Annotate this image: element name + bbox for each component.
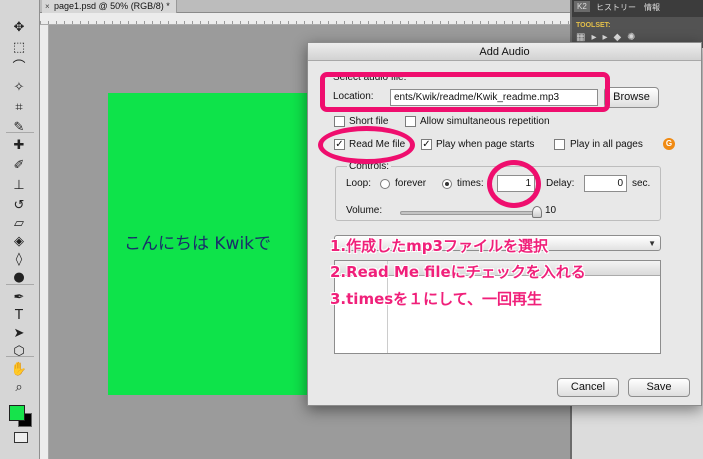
close-icon[interactable]: × — [45, 3, 52, 11]
dialog-title: Add Audio — [308, 43, 701, 61]
hand-tool-icon[interactable]: ✋ — [8, 360, 30, 380]
horizontal-ruler — [40, 13, 570, 25]
loop-label: Loop: — [346, 178, 372, 189]
brush-tool-icon[interactable]: ✐ — [8, 156, 30, 176]
foreground-color-swatch[interactable] — [9, 405, 25, 421]
browse-button[interactable]: Browse — [604, 87, 659, 108]
allow-simultaneous-label: Allow simultaneous repetition — [420, 116, 550, 127]
quick-mask-icon[interactable] — [14, 432, 28, 443]
path-selection-tool-icon[interactable]: ➤ — [8, 324, 30, 344]
document-tab[interactable]: × page1.psd @ 50% (RGB/8) * — [42, 0, 177, 13]
loop-times-radio[interactable] — [442, 179, 452, 189]
healing-brush-tool-icon[interactable]: ✚ — [8, 136, 30, 156]
marquee-tool-icon[interactable]: ⬚ — [8, 38, 30, 58]
short-file-checkbox[interactable] — [334, 116, 345, 127]
tab-k2[interactable]: K2 — [574, 1, 590, 12]
tab-info[interactable]: 情報 — [644, 2, 660, 13]
seconds-label: sec. — [632, 178, 651, 189]
canvas-text: こんにちは Kwikで — [124, 234, 272, 254]
delay-label: Delay: — [546, 178, 575, 189]
allow-simultaneous-checkbox[interactable] — [405, 116, 416, 127]
tab-history[interactable]: ヒストリー — [596, 2, 636, 13]
eraser-tool-icon[interactable]: ▱ — [8, 214, 30, 234]
document-tab-title: page1.psd @ 50% (RGB/8) * — [54, 1, 170, 11]
volume-label: Volume: — [346, 205, 383, 216]
zoom-tool-icon[interactable]: ⌕ — [8, 378, 30, 398]
toolset-label: TOOLSET: — [576, 22, 611, 29]
annotation-step-3: 3.timesを１にして、一回再生 — [330, 290, 542, 308]
panel-tabs: K2 ヒストリー 情報 — [572, 0, 703, 17]
location-highlight — [320, 72, 610, 112]
blur-tool-icon[interactable]: ◊ — [8, 250, 30, 270]
tools-divider — [6, 356, 34, 357]
cancel-button[interactable]: Cancel — [557, 378, 619, 397]
eyedropper-tool-icon[interactable]: ✎ — [8, 118, 30, 138]
vertical-ruler — [40, 25, 49, 459]
history-brush-tool-icon[interactable]: ↺ — [8, 196, 30, 216]
delay-input[interactable]: 0 — [584, 175, 627, 192]
g-info-icon[interactable]: G — [663, 138, 675, 150]
times-highlight — [487, 160, 541, 208]
shape-tool-icon[interactable]: ⬡ — [8, 342, 30, 362]
magic-wand-tool-icon[interactable]: ✧ — [8, 78, 30, 98]
read-me-highlight — [318, 126, 415, 164]
volume-slider-thumb[interactable] — [532, 206, 542, 218]
play-in-all-pages-checkbox[interactable] — [554, 139, 565, 150]
play-in-all-pages-label: Play in all pages — [570, 139, 643, 150]
tools-divider — [6, 284, 34, 285]
annotation-step-2: 2.Read Me fileにチェックを入れる — [330, 263, 586, 281]
play-when-page-starts-label: Play when page starts — [436, 139, 535, 150]
volume-slider-track[interactable] — [400, 211, 537, 215]
paint-bucket-tool-icon[interactable]: ◈ — [8, 232, 30, 252]
move-tool-icon[interactable]: ✥ — [8, 18, 30, 38]
pen-tool-icon[interactable]: ✒ — [8, 288, 30, 308]
document-tab-bar: × page1.psd @ 50% (RGB/8) * — [40, 0, 570, 13]
loop-forever-radio[interactable] — [380, 179, 390, 189]
lasso-tool-icon[interactable]: ⌒ — [8, 58, 30, 78]
loop-forever-label: forever — [395, 178, 427, 189]
chevron-down-icon: ▼ — [648, 239, 656, 248]
tools-divider — [6, 132, 34, 133]
loop-times-label: times: — [457, 178, 484, 189]
dodge-tool-icon[interactable]: ● — [8, 268, 30, 288]
type-tool-icon[interactable]: T — [8, 306, 30, 326]
play-when-page-starts-checkbox[interactable]: ✓ — [421, 139, 432, 150]
save-button[interactable]: Save — [628, 378, 690, 397]
volume-value: 10 — [545, 205, 557, 216]
annotation-step-1: 1.作成したmp3ファイルを選択 — [330, 237, 548, 255]
clone-stamp-tool-icon[interactable]: ⊥ — [8, 176, 30, 196]
tools-panel: ✥ ⬚ ⌒ ✧ ⌗ ✎ ✚ ✐ ⊥ ↺ ▱ ◈ ◊ ● ✒ T ➤ ⬡ ✋ ⌕ — [0, 0, 40, 459]
crop-tool-icon[interactable]: ⌗ — [8, 98, 30, 118]
